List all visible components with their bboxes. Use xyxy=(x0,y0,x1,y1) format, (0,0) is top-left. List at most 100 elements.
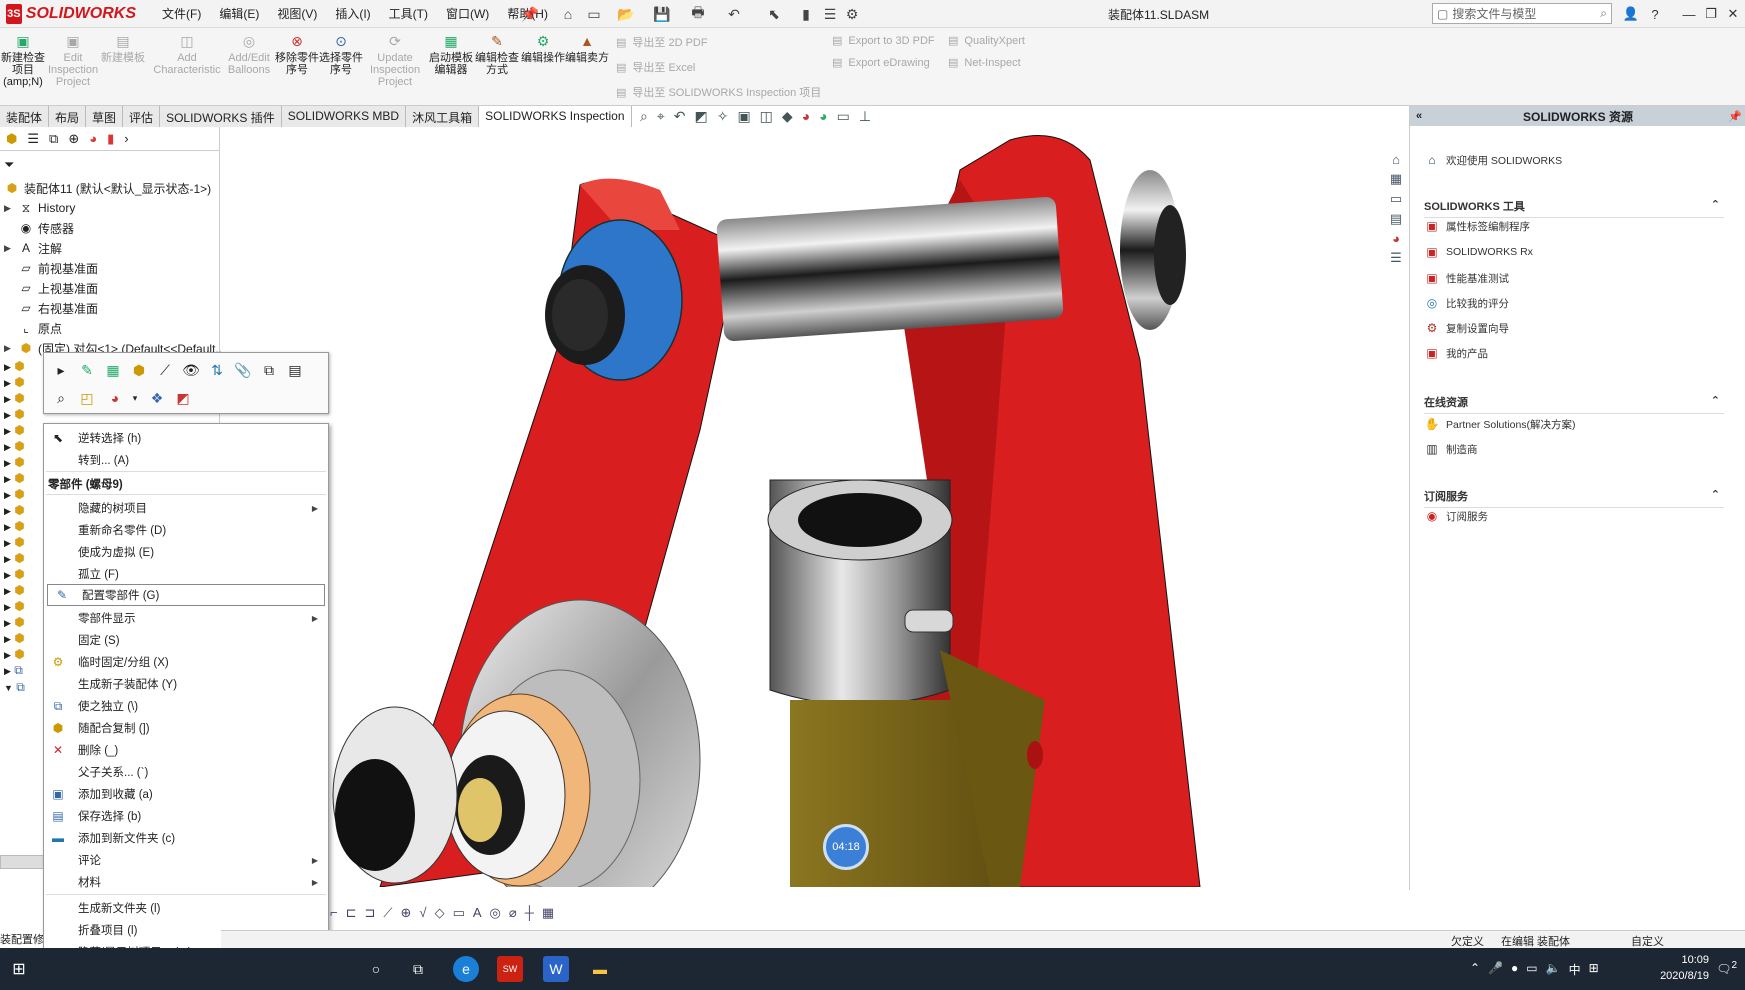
menu-item-invert-selection[interactable]: ⬉ 逆转选择 (h) xyxy=(44,428,328,448)
menu-item-material[interactable]: 材料 ▶ xyxy=(44,872,328,892)
close-icon[interactable]: ✕ xyxy=(1722,3,1744,25)
tab-evaluate[interactable]: 评估 xyxy=(123,106,161,127)
view-orientation-icon[interactable]: ▣ xyxy=(737,108,750,125)
new-template-button[interactable]: ▤ 新建模板 xyxy=(100,32,146,64)
pin-icon[interactable]: 📌 xyxy=(1728,110,1742,123)
tree-item-top-plane[interactable]: ▱ 上视基准面 xyxy=(4,279,98,297)
configuration-manager-icon[interactable]: ⧉ xyxy=(49,131,58,146)
online-item-manufacturer[interactable]: ▥ 制造商 xyxy=(1424,441,1477,457)
pin-icon[interactable]: 📌 xyxy=(520,4,540,24)
add-characteristic-button[interactable]: ◫ Add Characteristic xyxy=(152,32,222,76)
centerline-icon[interactable]: ┼ xyxy=(525,905,534,921)
tab-assembly[interactable]: 装配体 xyxy=(0,106,50,127)
rebuild-icon[interactable]: ▮ xyxy=(796,4,816,24)
options-gear-icon[interactable]: ⚙ xyxy=(842,4,862,24)
component-row-icon[interactable]: ▶ ⬢ xyxy=(4,583,44,597)
save-icon[interactable]: 💾 xyxy=(652,4,672,24)
change-transparency-icon[interactable]: ❖ xyxy=(146,387,168,409)
surface-finish-icon[interactable]: √ xyxy=(419,905,426,921)
network-icon[interactable]: ▭ xyxy=(1526,961,1537,978)
smart-dimension-icon[interactable]: ⌐ xyxy=(330,905,338,921)
paperclip-icon[interactable]: 📎 xyxy=(232,359,254,381)
export-excel-item[interactable]: ▤ 导出至 Excel xyxy=(616,59,821,75)
export-3d-pdf-item[interactable]: ▤ Export to 3D PDF xyxy=(832,34,935,48)
menu-item-add-to-new-folder[interactable]: ▬ 添加到新文件夹 (c) xyxy=(44,828,328,848)
menu-insert[interactable]: 插入(I) xyxy=(333,5,372,22)
ime-mode-icon[interactable]: ⊞ xyxy=(1589,961,1599,978)
new-inspection-project-button[interactable]: ▣ 新建检查项目(amp;N) xyxy=(0,32,46,88)
expand-arrow-icon[interactable]: ▶ xyxy=(4,343,14,354)
component-row-icon[interactable]: ▶ ⬢ xyxy=(4,375,44,389)
status-units[interactable]: 自定义 xyxy=(1631,933,1664,949)
edit-part-icon[interactable]: ✎ xyxy=(76,359,98,381)
collapse-icon[interactable]: ⌃ xyxy=(1711,394,1720,407)
menu-item-isolate[interactable]: 孤立 (F) xyxy=(44,564,328,584)
tool-item-solidworks-rx[interactable]: ▣ SOLIDWORKS Rx xyxy=(1424,244,1533,260)
edit-operations-button[interactable]: ⚙ 编辑操作 xyxy=(520,32,566,64)
new-file-icon[interactable]: ▭ xyxy=(584,4,604,24)
select-balloons-button[interactable]: ⊙ 选择零件序号 xyxy=(318,32,364,76)
component-row-icon[interactable]: ▶ ⬢ xyxy=(4,567,44,581)
print-icon[interactable]: 🖶 xyxy=(688,4,708,24)
zoom-to-selection-icon[interactable]: ⌕ xyxy=(50,387,72,409)
cam-icon[interactable]: ▮ xyxy=(107,131,114,146)
tab-mbd[interactable]: SOLIDWORKS MBD xyxy=(282,106,407,127)
tools-section-header[interactable]: SOLIDWORKS 工具 ⌃ xyxy=(1424,198,1724,218)
menu-view[interactable]: 视图(V) xyxy=(275,5,319,22)
component-row-icon[interactable]: ▶ ⬢ xyxy=(4,391,44,405)
menu-item-create-new-folder[interactable]: 生成新文件夹 (l) xyxy=(44,898,328,918)
display-style-icon[interactable]: ◫ xyxy=(760,108,773,125)
hide-show-items-icon[interactable]: ◆ xyxy=(782,108,793,125)
undo-icon[interactable]: ↶ xyxy=(724,4,744,24)
horizontal-scrollbar[interactable] xyxy=(0,855,44,869)
component-row-icon[interactable]: ▶ ⬢ xyxy=(4,631,44,645)
file-explorer-taskbar-icon[interactable]: ▬ xyxy=(587,956,613,982)
tree-item-annotations[interactable]: ▶ A 注解 xyxy=(4,239,62,257)
dynamic-annotation-icon[interactable]: ✧ xyxy=(717,108,729,125)
balloon-tool-icon[interactable]: ◎ xyxy=(490,905,501,921)
suppress-icon[interactable]: ⟋ xyxy=(154,359,176,381)
update-inspection-project-button[interactable]: ⟳ Update Inspection Project xyxy=(370,32,420,88)
menu-item-add-favorite[interactable]: ▣ 添加到收藏 (a) xyxy=(44,784,328,804)
component-row-icon[interactable]: ▶ ⬢ xyxy=(4,551,44,565)
online-section-header[interactable]: 在线资源 ⌃ xyxy=(1424,394,1724,414)
menu-item-copy-with-mates[interactable]: ⬢ 随配合复制 (]) xyxy=(44,718,328,738)
tree-item-right-plane[interactable]: ▱ 右视基准面 xyxy=(4,299,98,317)
tool-item-copy-settings[interactable]: ⚙ 复制设置向导 xyxy=(1424,320,1509,336)
weld-symbol-icon[interactable]: ◇ xyxy=(435,905,445,921)
isolate-icon[interactable]: ◩ xyxy=(172,387,194,409)
menu-item-parent-child[interactable]: 父子关系... (`) xyxy=(44,762,328,782)
component-row-icon[interactable]: ▶ ⬢ xyxy=(4,647,44,661)
file-properties-icon[interactable]: ☰ xyxy=(820,4,840,24)
task-view-icon[interactable]: ⧉ xyxy=(405,956,431,982)
launch-template-editor-button[interactable]: ▦ 启动模板编辑器 xyxy=(428,32,474,76)
tab-mufeng-toolbox[interactable]: 沐风工具箱 xyxy=(406,106,480,127)
component-row-icon[interactable]: ▶ ⬢ xyxy=(4,599,44,613)
menu-item-fix[interactable]: 固定 (S) xyxy=(44,630,328,650)
display-manager-icon[interactable]: ◕ xyxy=(89,131,97,146)
collapse-icon[interactable]: ⌃ xyxy=(1711,198,1720,211)
section-view-icon[interactable]: ◩ xyxy=(694,108,707,125)
vertical-dimension-icon[interactable]: ⊐ xyxy=(365,905,376,921)
component-row-icon[interactable]: ▶ ⬢ xyxy=(4,503,44,517)
volume-icon[interactable]: 🔈 xyxy=(1546,961,1561,978)
component-row-icon[interactable]: ▼ ⧉ xyxy=(4,680,44,695)
tree-item-origin[interactable]: ⌞ 原点 xyxy=(4,319,62,337)
tree-item-history[interactable]: ▶ ⧖ History xyxy=(4,199,75,217)
cortana-search-icon[interactable]: ○ xyxy=(363,956,389,982)
view-palette-icon[interactable]: ▤ xyxy=(1390,211,1402,227)
menu-item-delete[interactable]: ✕ 删除 (_) xyxy=(44,740,328,760)
edit-inspection-methods-button[interactable]: ✎ 编辑检查方式 xyxy=(474,32,520,76)
component-row-icon[interactable]: ▶ ⬢ xyxy=(4,423,44,437)
zoom-to-area-icon[interactable]: ⌖ xyxy=(657,108,665,125)
view-mates-icon[interactable]: ⧉ xyxy=(258,359,280,381)
word-icon[interactable]: W xyxy=(543,956,569,982)
custom-properties-icon[interactable]: ☰ xyxy=(1390,250,1402,266)
show-hidden-icon[interactable]: 👁 xyxy=(180,359,202,381)
taskbar-clock[interactable]: 10:09 2020/8/19 xyxy=(1660,952,1709,984)
insert-mate-icon[interactable]: ⇅ xyxy=(206,359,228,381)
menu-file[interactable]: 文件(F) xyxy=(160,5,203,22)
component-row-icon[interactable]: ▶ ⬢ xyxy=(4,359,44,373)
tab-sketch[interactable]: 草图 xyxy=(86,106,124,127)
home-icon[interactable]: ⌂ xyxy=(558,4,578,24)
